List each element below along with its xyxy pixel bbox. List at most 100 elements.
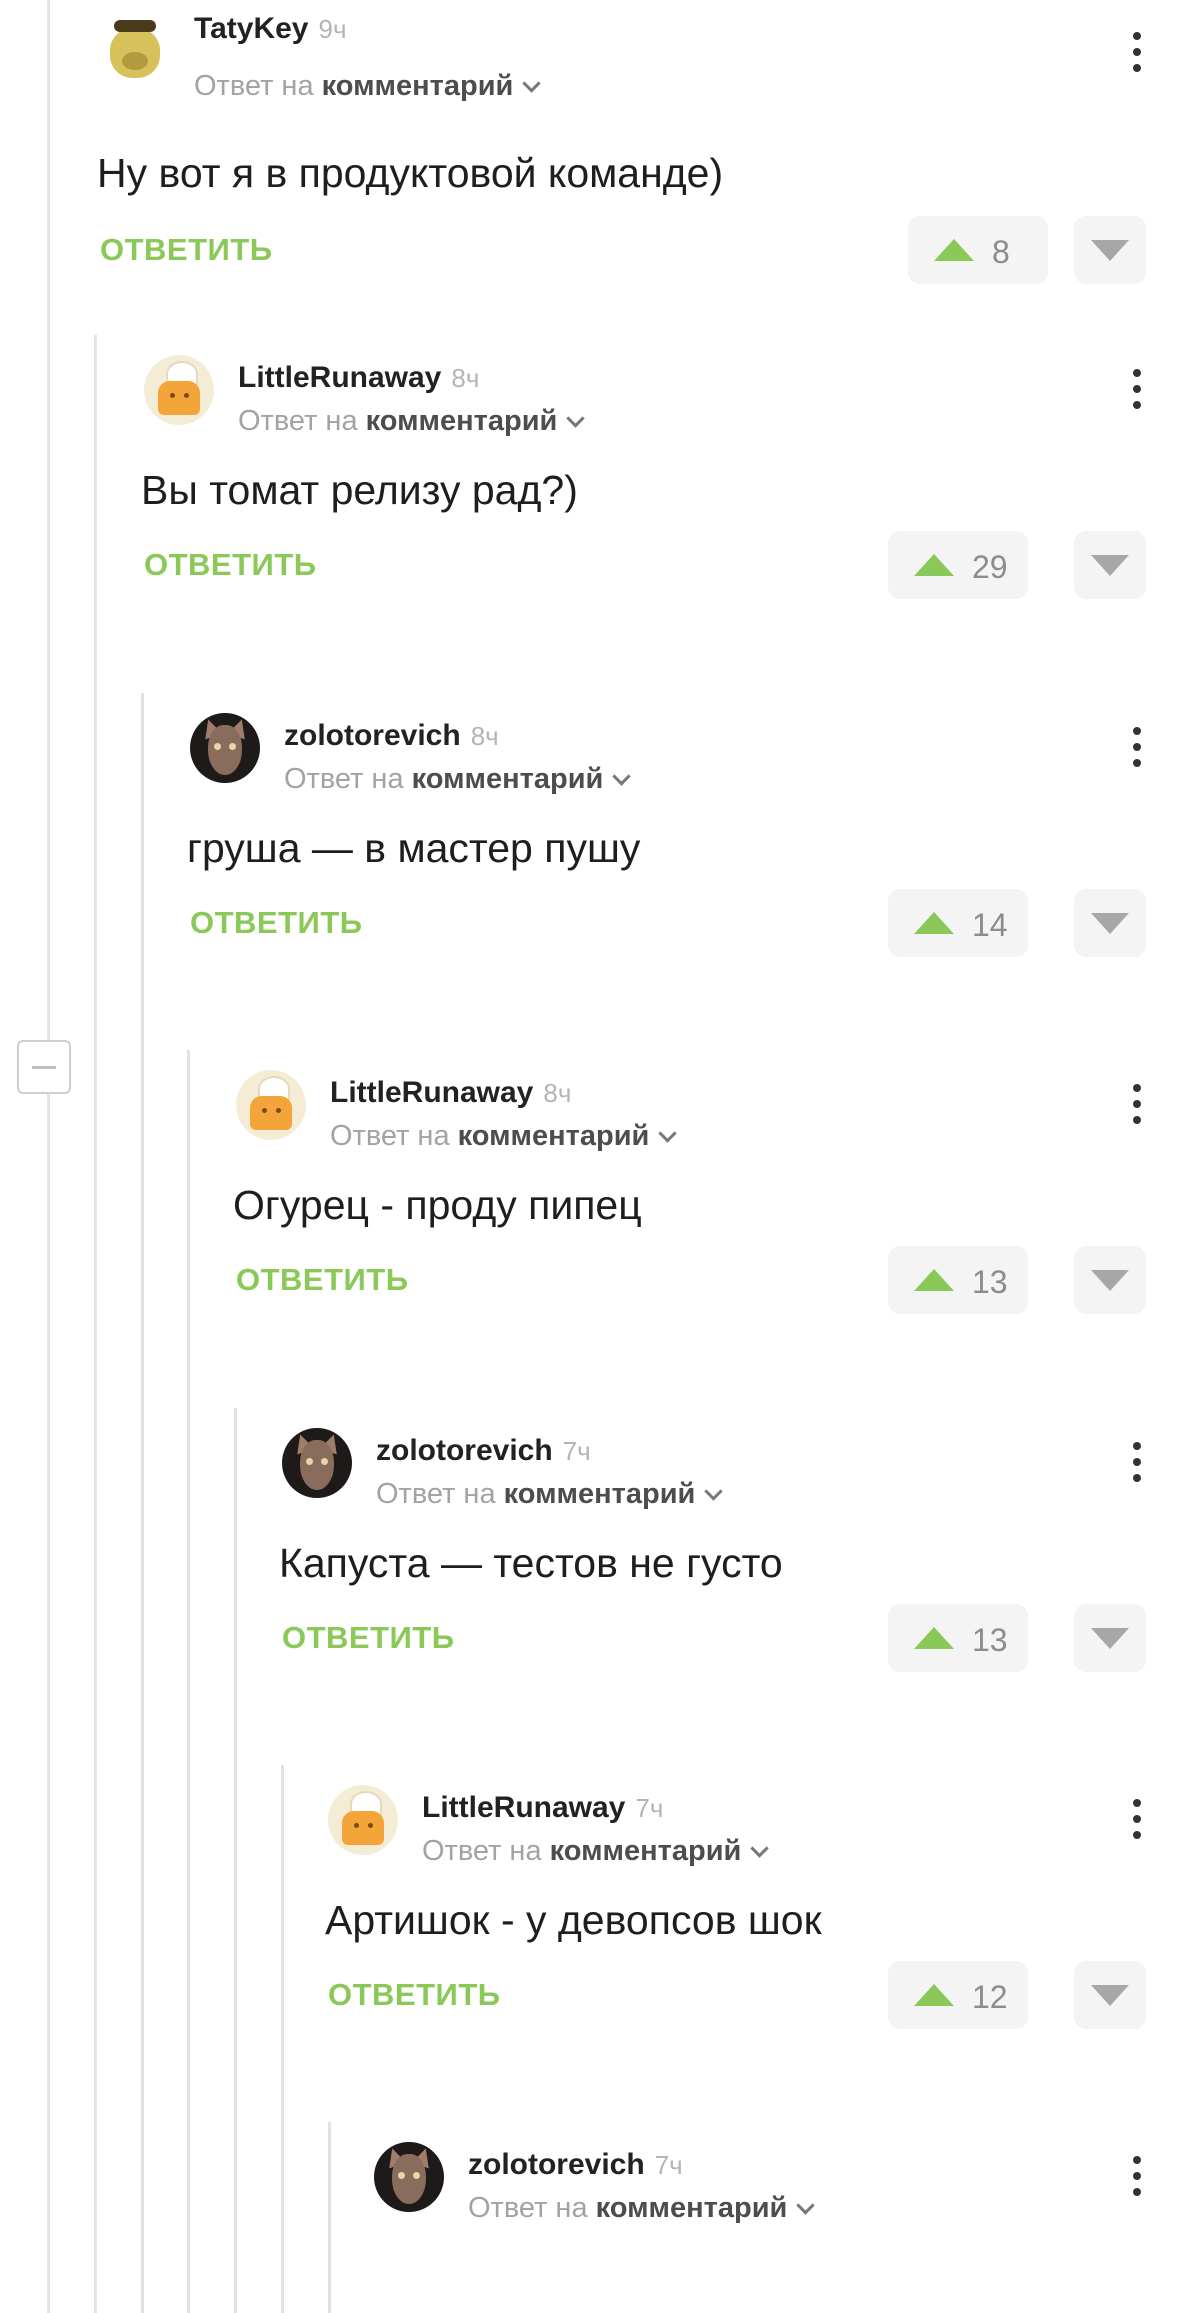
comment: LittleRunaway 8ч Ответ на комментарий Вы … [141,335,1160,665]
upvote-button[interactable]: 13 [888,1604,1028,1672]
reply-target-link[interactable]: комментарий [458,1120,650,1152]
avatar[interactable] [236,1070,306,1140]
more-menu-icon[interactable] [1130,1080,1142,1130]
downvote-button[interactable] [1074,889,1146,957]
more-menu-icon[interactable] [1130,723,1142,773]
thread-line [234,1408,237,2313]
reply-button[interactable]: ОТВЕТИТЬ [236,1262,409,1298]
vote-count: 12 [972,1979,1008,2015]
chevron-down-icon[interactable] [658,1124,678,1143]
triangle-up-icon [914,1269,954,1291]
more-menu-icon[interactable] [1130,365,1142,415]
comment-time: 7ч [654,2150,683,2180]
avatar[interactable] [328,1785,398,1855]
chevron-down-icon[interactable] [566,409,586,428]
triangle-up-icon [914,554,954,576]
upvote-button[interactable]: 13 [888,1246,1028,1314]
username[interactable]: TatyKey 9ч [194,12,347,46]
thread-line [328,2122,331,2313]
triangle-up-icon [914,1627,954,1649]
comment-text: Ну вот я в продуктовой команде) [97,150,724,196]
chevron-down-icon[interactable] [612,767,632,786]
comment-time: 8ч [470,721,499,751]
triangle-up-icon [914,912,954,934]
downvote-button[interactable] [1074,1961,1146,2029]
reply-context: Ответ на комментарий [376,1478,724,1511]
thread-line [141,693,144,2313]
downvote-button[interactable] [1074,1246,1146,1314]
triangle-down-icon [1091,555,1129,576]
more-menu-icon[interactable] [1130,1438,1142,1488]
comment: LittleRunaway 8ч Ответ на комментарий Огу… [233,1050,1160,1380]
username[interactable]: LittleRunaway 8ч [330,1076,571,1110]
reply-context: Ответ на комментарий [238,405,586,438]
collapse-thread-button[interactable] [17,1040,71,1094]
thread-line [94,335,97,2313]
thread-line [281,1765,284,2313]
reply-target-link[interactable]: комментарий [550,1835,742,1867]
more-menu-icon[interactable] [1130,28,1142,78]
comment-text: Вы томат релизу рад?) [141,467,578,513]
avatar[interactable] [100,10,170,80]
upvote-button[interactable]: 14 [888,889,1028,957]
reply-target-link[interactable]: комментарий [322,70,514,102]
username[interactable]: LittleRunaway 8ч [238,361,479,395]
comment: zolotorevich 7ч Ответ на комментарий Капу… [279,1408,1160,1738]
downvote-button[interactable] [1074,1604,1146,1672]
triangle-down-icon [1091,913,1129,934]
reply-target-link[interactable]: комментарий [412,763,604,795]
reply-context: Ответ на комментарий [422,1835,770,1868]
vote-count: 13 [972,1622,1008,1658]
vote-count: 29 [972,549,1008,585]
comment: zolotorevich 7ч Ответ на комментарий [374,2122,1160,2313]
comment-text: Артишок - у девопсов шок [325,1897,822,1943]
triangle-down-icon [1091,240,1129,261]
comment-time: 7ч [562,1436,591,1466]
thread-line [47,0,50,2313]
username[interactable]: zolotorevich 8ч [284,719,499,753]
thread-line [187,1050,190,2313]
comment-text: Капуста — тестов не густо [279,1540,783,1586]
chevron-down-icon[interactable] [522,74,542,93]
triangle-down-icon [1091,1985,1129,2006]
comment-text: Огурец - проду пипец [233,1182,642,1228]
avatar[interactable] [282,1428,352,1498]
username[interactable]: zolotorevich 7ч [468,2148,683,2182]
reply-button[interactable]: ОТВЕТИТЬ [100,232,273,268]
reply-button[interactable]: ОТВЕТИТЬ [328,1977,501,2013]
reply-target-link[interactable]: комментарий [596,2192,788,2224]
reply-button[interactable]: ОТВЕТИТЬ [190,905,363,941]
avatar[interactable] [144,355,214,425]
downvote-button[interactable] [1074,531,1146,599]
reply-target-link[interactable]: комментарий [366,405,558,437]
comment: TatyKey 9ч Ответ на комментарий Ну вот я … [97,0,1160,330]
avatar[interactable] [190,713,260,783]
triangle-down-icon [1091,1628,1129,1649]
reply-context: Ответ на комментарий [468,2192,816,2225]
chevron-down-icon[interactable] [750,1839,770,1858]
more-menu-icon[interactable] [1130,1795,1142,1845]
downvote-button[interactable] [1074,216,1146,284]
triangle-down-icon [1091,1270,1129,1291]
comment: zolotorevich 8ч Ответ на комментарий груш… [187,693,1160,1023]
chevron-down-icon[interactable] [796,2196,816,2215]
vote-count: 14 [972,907,1008,943]
reply-button[interactable]: ОТВЕТИТЬ [282,1620,455,1656]
reply-context: Ответ на комментарий [284,763,632,796]
reply-button[interactable]: ОТВЕТИТЬ [144,547,317,583]
more-menu-icon[interactable] [1130,2152,1142,2202]
upvote-button[interactable]: 12 [888,1961,1028,2029]
upvote-button[interactable]: 29 [888,531,1028,599]
vote-count: 13 [972,1264,1008,1300]
vote-count: 8 [992,234,1010,270]
username[interactable]: LittleRunaway 7ч [422,1791,663,1825]
reply-context: Ответ на комментарий [330,1120,678,1153]
username[interactable]: zolotorevich 7ч [376,1434,591,1468]
reply-target-link[interactable]: комментарий [504,1478,696,1510]
comment-text: груша — в мастер пушу [187,825,641,871]
comment-time: 7ч [635,1793,664,1823]
upvote-button[interactable]: 8 [908,216,1048,284]
comment: LittleRunaway 7ч Ответ на комментарий Арт… [325,1765,1160,2095]
avatar[interactable] [374,2142,444,2212]
chevron-down-icon[interactable] [704,1482,724,1501]
